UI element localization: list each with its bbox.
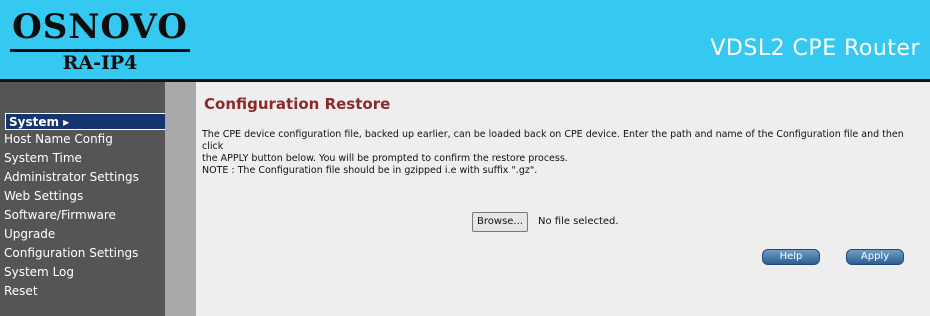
sidebar-item-system[interactable]: System ▸ [5, 113, 168, 130]
sidebar-menu: System ▸ Host Name Config System Time Ad… [0, 82, 168, 316]
sidebar-item-system-log[interactable]: System Log [4, 264, 74, 280]
main-content: Configuration Restore The CPE device con… [196, 82, 930, 316]
note-text: NOTE : The Configuration file should be … [202, 165, 538, 176]
help-button[interactable]: Help [762, 249, 820, 265]
sidebar-item-administrator-settings[interactable]: Administrator Settings [4, 169, 139, 185]
sidebar-item-software-firmware[interactable]: Software/Firmware [4, 207, 116, 223]
logo-subtitle: RA-IP4 [62, 52, 138, 74]
logo-title: OSNOVO [12, 7, 188, 47]
description-line-2: the APPLY button below. You will be prom… [202, 153, 568, 164]
header: OSNOVO RA-IP4 VDSL2 CPE Router [0, 0, 930, 79]
file-status: No file selected. [538, 216, 619, 227]
logo: OSNOVO RA-IP4 [6, 7, 194, 75]
description: The CPE device configuration file, backe… [202, 129, 927, 177]
browse-button[interactable]: Browse... [472, 212, 528, 232]
sidebar-item-web-settings[interactable]: Web Settings [4, 188, 83, 204]
product-name: VDSL2 CPE Router [710, 36, 920, 61]
sidebar-item-system-time[interactable]: System Time [4, 150, 82, 166]
page-title: Configuration Restore [204, 95, 391, 113]
sidebar-item-configuration-settings[interactable]: Configuration Settings [4, 245, 138, 261]
apply-button[interactable]: Apply [846, 249, 904, 265]
sidebar-item-host-name-config[interactable]: Host Name Config [4, 131, 113, 147]
description-line-1: The CPE device configuration file, backe… [202, 129, 904, 152]
sidebar-item-reset[interactable]: Reset [4, 283, 38, 299]
sidebar-strip [165, 82, 196, 316]
sidebar-item-upgrade[interactable]: Upgrade [4, 226, 55, 242]
